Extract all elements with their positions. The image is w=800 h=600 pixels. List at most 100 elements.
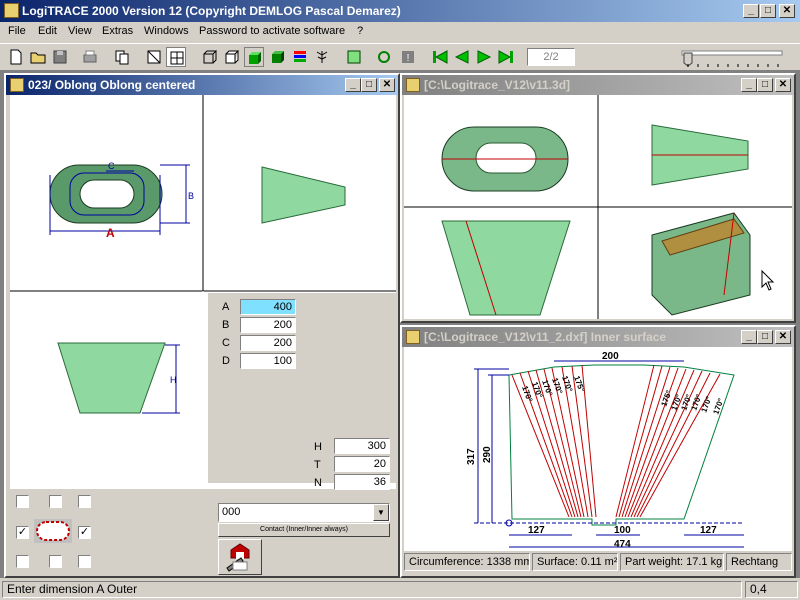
orient-checkbox-bl[interactable] — [16, 555, 29, 568]
dim-bottom-right: 127 — [700, 525, 717, 536]
3d-window-caption: [C:\Logitrace_V12\v11.3d] _ □ ✕ — [402, 75, 794, 95]
tree-icon[interactable] — [312, 47, 332, 67]
mouse-cursor-icon — [761, 269, 775, 291]
color-stripes-icon[interactable] — [290, 47, 310, 67]
menu-view[interactable]: View — [68, 25, 92, 37]
app-title: LogiTRACE 2000 Version 12 (Copyright DEM… — [22, 4, 401, 18]
surface-field: Surface: 0.11 m² — [532, 553, 618, 571]
dim-total: 474 — [614, 539, 631, 550]
orient-checkbox-tl[interactable] — [16, 495, 29, 508]
menu-password[interactable]: Password to activate software — [199, 25, 345, 37]
wireframe-cube-icon[interactable] — [200, 47, 220, 67]
3d-window-maximize[interactable]: □ — [757, 78, 773, 92]
3d-viewport[interactable] — [404, 95, 792, 319]
label-h: H — [314, 441, 322, 453]
dim-bottom-left: 127 — [528, 525, 545, 536]
next-page-icon[interactable] — [474, 47, 494, 67]
label-d: D — [222, 355, 230, 367]
single-view-icon[interactable] — [144, 47, 164, 67]
dxf-viewport[interactable]: 170° 170° 170° 170° 170° 175° 175° 170° … — [404, 347, 792, 551]
contact-button[interactable]: Contact (Inner/Inner always) — [218, 523, 390, 537]
shape-window-title: 023/ Oblong Oblong centered — [28, 78, 196, 92]
calculate-button[interactable] — [218, 539, 262, 575]
toolbar: ! 2/2 — [0, 43, 800, 71]
3d-window-minimize[interactable]: _ — [741, 78, 757, 92]
last-page-icon[interactable] — [496, 47, 516, 67]
print-icon[interactable] — [80, 47, 100, 67]
status-bar: Enter dimension A Outer 0,4 — [0, 579, 800, 600]
material-combo[interactable]: 000 ▼ — [218, 503, 390, 522]
3d-window-close[interactable]: ✕ — [775, 78, 791, 92]
dim-left-outer: 317 — [466, 448, 477, 465]
label-n: N — [314, 477, 322, 489]
circumference-field: Circumference: 1338 mm — [404, 553, 530, 571]
unfold-icon[interactable] — [344, 47, 364, 67]
orient-checkbox-br[interactable] — [78, 555, 91, 568]
oblong-shape-icon[interactable] — [34, 519, 72, 543]
top-view-oblong: A B C — [49, 161, 194, 240]
label-b: B — [222, 319, 230, 331]
solid-cube-icon[interactable] — [268, 47, 288, 67]
menu-edit[interactable]: Edit — [38, 25, 57, 37]
chevron-down-icon[interactable]: ▼ — [373, 504, 389, 521]
new-file-icon[interactable] — [6, 47, 26, 67]
dxf-window-minimize[interactable]: _ — [741, 330, 757, 344]
fold-lines-right — [615, 364, 721, 518]
status-version: 0,4 — [745, 581, 798, 598]
3d-view-window: [C:\Logitrace_V12\v11.3d] _ □ ✕ — [400, 73, 796, 323]
shape-window-close[interactable]: ✕ — [379, 78, 395, 92]
page-indicator[interactable]: 2/2 — [527, 48, 575, 66]
menu-extras[interactable]: Extras — [102, 25, 133, 37]
menu-bar: File Edit View Extras Windows Password t… — [0, 22, 800, 42]
hidden-line-cube-icon[interactable] — [222, 47, 242, 67]
label-a: A — [222, 301, 230, 313]
dxf-window-close[interactable]: ✕ — [775, 330, 791, 344]
maximize-button[interactable]: □ — [760, 4, 776, 18]
3d-window-title: [C:\Logitrace_V12\v11.3d] — [424, 78, 571, 92]
dim-a-label: A — [106, 226, 115, 240]
dimensions-panel: A 400 B 200 C 200 D 100 H 300 T 20 N 36 — [208, 293, 398, 490]
3d-front-frustum — [441, 220, 571, 316]
orient-checkbox-bc[interactable] — [49, 555, 62, 568]
window-icon — [406, 330, 420, 344]
menu-file[interactable]: File — [8, 25, 26, 37]
field-d[interactable]: 100 — [240, 353, 296, 369]
shape-type-field: Rechtang — [726, 553, 792, 571]
dxf-window-maximize[interactable]: □ — [757, 330, 773, 344]
shape-window-caption: 023/ Oblong Oblong centered _ □ ✕ — [6, 75, 398, 95]
orient-checkbox-mr[interactable]: ✓ — [78, 526, 91, 539]
zoom-slider[interactable] — [680, 48, 785, 68]
field-t[interactable]: 20 — [334, 456, 390, 472]
dim-b-label: B — [188, 191, 194, 201]
3d-top-oblong — [441, 126, 569, 192]
prev-page-icon[interactable] — [452, 47, 472, 67]
dim-c-label: C — [108, 161, 115, 171]
field-b[interactable]: 200 — [240, 317, 296, 333]
first-page-icon[interactable] — [430, 47, 450, 67]
field-a[interactable]: 400 — [240, 299, 296, 315]
orient-checkbox-tr[interactable] — [78, 495, 91, 508]
shape-window-maximize[interactable]: □ — [361, 78, 377, 92]
open-folder-icon[interactable] — [28, 47, 48, 67]
rotate-icon[interactable] — [374, 47, 394, 67]
orient-checkbox-ml[interactable]: ✓ — [16, 526, 29, 539]
field-n[interactable]: 36 — [334, 474, 390, 490]
side-view-cone — [261, 166, 346, 224]
menu-help[interactable]: ? — [357, 25, 363, 37]
shape-window-minimize[interactable]: _ — [345, 78, 361, 92]
minimize-button[interactable]: _ — [743, 4, 759, 18]
save-icon[interactable] — [50, 47, 70, 67]
shaded-cube-icon[interactable] — [244, 47, 264, 67]
house-pencil-icon — [226, 543, 250, 572]
close-button[interactable]: ✕ — [779, 4, 795, 18]
copy-icon[interactable] — [112, 47, 132, 67]
dim-bottom-mid: 100 — [614, 525, 631, 536]
orient-checkbox-tc[interactable] — [49, 495, 62, 508]
field-c[interactable]: 200 — [240, 335, 296, 351]
dim-top: 200 — [602, 351, 619, 362]
info-icon[interactable]: ! — [398, 47, 418, 67]
four-view-icon[interactable] — [166, 47, 186, 67]
app-icon — [4, 3, 19, 18]
field-h[interactable]: 300 — [334, 438, 390, 454]
menu-windows[interactable]: Windows — [144, 25, 189, 37]
